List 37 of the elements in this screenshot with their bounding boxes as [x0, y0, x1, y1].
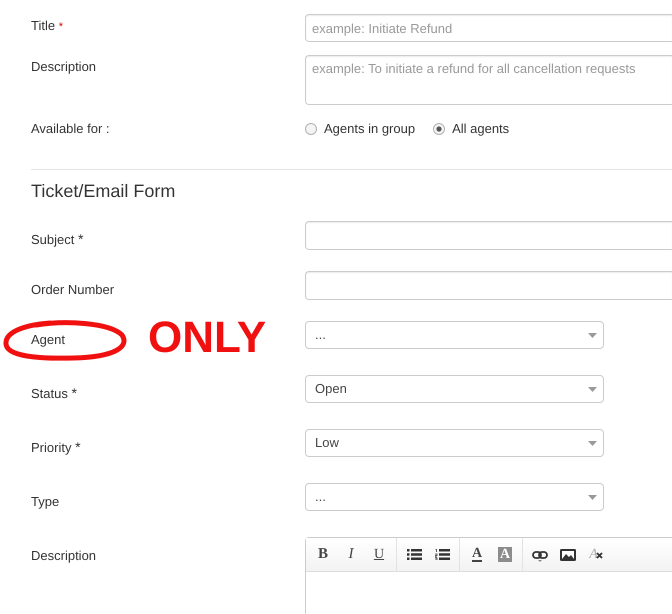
dropdown-caret-icon [588, 332, 597, 338]
italic-button[interactable]: I [337, 540, 365, 568]
select-field[interactable]: Open [305, 375, 604, 403]
select-field[interactable]: ... [305, 483, 604, 511]
text-input[interactable] [305, 271, 672, 300]
select-field[interactable]: Low [305, 429, 604, 457]
field-label: Status * [31, 386, 77, 401]
annotation-text: ONLY [148, 316, 266, 360]
image-icon [560, 548, 576, 560]
radio-option[interactable]: All agents [433, 121, 510, 137]
underline-button[interactable]: U [365, 540, 393, 568]
section-heading: Ticket/Email Form [31, 180, 176, 203]
select-field[interactable]: ... [305, 321, 604, 349]
x-mark-icon [596, 552, 603, 559]
text-input[interactable] [305, 221, 672, 250]
field-label: Title * [31, 18, 63, 33]
dropdown-caret-icon [588, 386, 597, 392]
text-color-button[interactable]: A [463, 540, 491, 568]
field-label: Type [31, 494, 60, 509]
field-label: Subject * [31, 232, 84, 247]
rich-text-editor[interactable]: B I U A A A [305, 537, 672, 614]
textarea-field[interactable]: example: To initiate a refund for all cancellation requests [305, 55, 672, 105]
text-input[interactable]: example: Initiate Refund [305, 14, 672, 42]
field-label: Description [31, 548, 96, 563]
field-label: Priority * [31, 440, 81, 455]
radio-option[interactable]: Agents in group [305, 121, 416, 137]
dropdown-caret-icon [588, 440, 597, 446]
field-label: Available for : [31, 121, 110, 136]
field-label: Description [31, 59, 96, 74]
link-icon [532, 550, 548, 558]
field-label: Order Number [31, 282, 114, 297]
dropdown-caret-icon [588, 494, 597, 500]
bold-button[interactable]: B [309, 540, 337, 568]
caret-icon [538, 560, 542, 562]
numbered-list-icon [434, 549, 450, 560]
field-label: Agent [31, 332, 65, 347]
bullet-list-icon [406, 549, 422, 560]
